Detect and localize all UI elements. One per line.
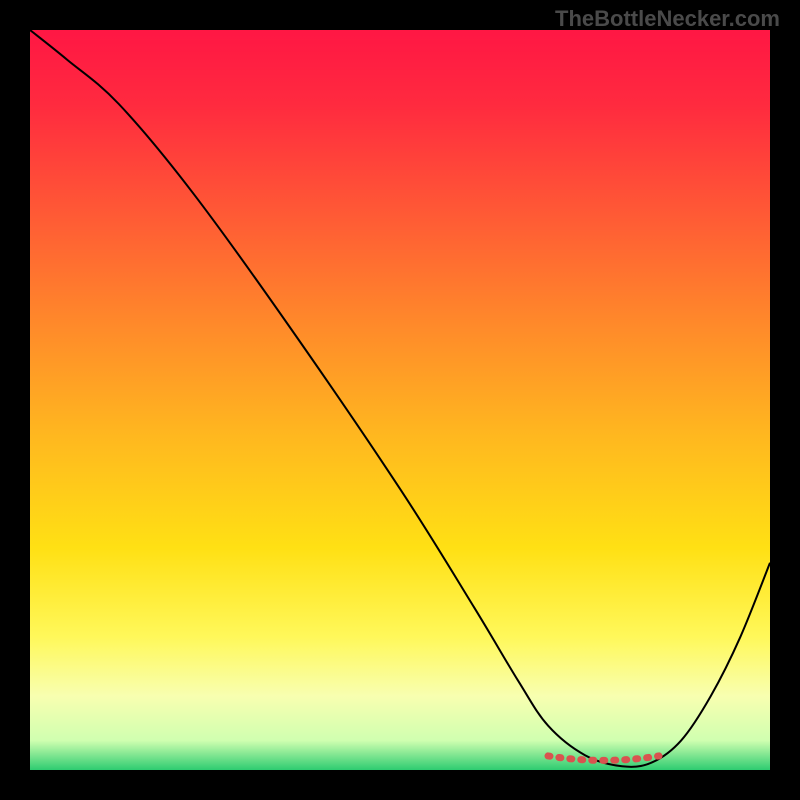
chart-plot-area [30,30,770,770]
chart-background [30,30,770,770]
watermark-text: TheBottleNecker.com [555,6,780,32]
chart-svg [30,30,770,770]
